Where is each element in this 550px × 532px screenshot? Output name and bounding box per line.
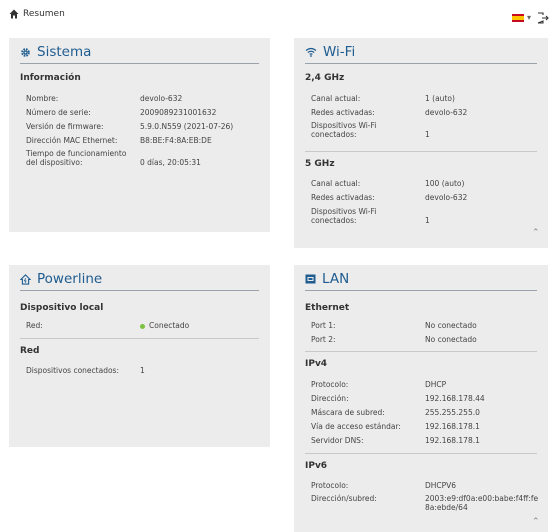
- band24-canal-label: Canal actual:: [311, 94, 361, 103]
- lan-divider-1: [305, 351, 537, 352]
- band24-dispositivos-label: Dispositivos Wi-Fi conectados:: [311, 121, 377, 139]
- dispositivos-conectados-label: Dispositivos conectados:: [26, 366, 119, 375]
- band5-redes-value: devolo-632: [425, 193, 468, 202]
- red-status: Conectado: [140, 321, 189, 330]
- band5-canal-value: 100 (auto): [425, 179, 465, 188]
- ipv6-direccion-label: Dirección/subred:: [311, 494, 377, 503]
- uptime-value: 0 días, 20:05:31: [140, 158, 201, 167]
- ipv4-dns-value: 192.168.178.1: [425, 436, 480, 445]
- band5-canal-label: Canal actual:: [311, 179, 361, 188]
- lan-divider-2: [305, 453, 537, 454]
- breadcrumb[interactable]: Resumen: [9, 9, 65, 19]
- band5-redes-label: Redes activadas:: [311, 193, 375, 202]
- powerline-title: Powerline: [37, 271, 103, 287]
- lan-card: LAN Ethernet Port 1: No conectado Port 2…: [294, 265, 548, 532]
- local-device-heading: Dispositivo local: [20, 303, 104, 313]
- firmware-label: Versión de firmware:: [26, 122, 104, 131]
- ipv4-direccion-label: Dirección:: [311, 394, 349, 403]
- wifi-title: Wi-Fi: [323, 44, 356, 60]
- ipv4-gateway-value: 192.168.178.1: [425, 422, 480, 431]
- nombre-label: Nombre:: [26, 94, 59, 103]
- wifi-header: Wi-Fi: [305, 41, 537, 64]
- serie-label: Número de serie:: [26, 108, 91, 117]
- ipv4-mascara-value: 255.255.255.0: [425, 408, 480, 417]
- breadcrumb-label: Resumen: [23, 9, 65, 19]
- ethernet-heading: Ethernet: [305, 303, 350, 313]
- collapse-icon[interactable]: ⌃: [532, 517, 540, 527]
- sistema-card: Sistema Información Nombre: devolo-632 N…: [9, 38, 270, 232]
- powerline-house-icon: [20, 273, 31, 285]
- powerline-header: Powerline: [20, 268, 259, 291]
- lan-header: LAN: [305, 268, 537, 291]
- band24-heading: 2,4 GHz: [305, 73, 345, 83]
- logout-icon[interactable]: [537, 12, 549, 24]
- ipv4-heading: IPv4: [305, 359, 328, 369]
- uptime-label: Tiempo de funcionamiento del dispositivo…: [26, 149, 127, 167]
- port2-value: No conectado: [425, 335, 477, 344]
- wifi-icon: [305, 47, 317, 57]
- powerline-card: Powerline Dispositivo local Red: Conecta…: [9, 265, 270, 447]
- band24-redes-label: Redes activadas:: [311, 108, 375, 117]
- ipv4-dns-label: Servidor DNS:: [311, 436, 364, 445]
- red-status-value: Conectado: [149, 321, 190, 330]
- top-bar: Resumen ▾: [0, 0, 550, 32]
- powerline-divider: [20, 338, 259, 339]
- red-label: Red:: [26, 321, 43, 330]
- ipv6-direccion-value: 2003:e9:df0a:e00:babe:f4ff:fe8a:ebde/64: [425, 494, 539, 512]
- nombre-value: devolo-632: [140, 94, 183, 103]
- firmware-value: 5.9.0.N559 (2021-07-26): [140, 122, 234, 131]
- ipv4-direccion-value: 192.168.178.44: [425, 394, 485, 403]
- spain-flag-icon[interactable]: [512, 14, 524, 22]
- port1-value: No conectado: [425, 321, 477, 330]
- ipv4-protocolo-label: Protocolo:: [311, 380, 349, 389]
- status-dot-icon: [140, 323, 145, 329]
- mac-value: B8:BE:F4:8A:EB:DE: [140, 136, 212, 145]
- port1-label: Port 1:: [311, 321, 336, 330]
- ipv6-heading: IPv6: [305, 461, 328, 471]
- informacion-heading: Información: [20, 73, 81, 83]
- port2-label: Port 2:: [311, 335, 336, 344]
- ipv6-protocolo-label: Protocolo:: [311, 481, 349, 490]
- chevron-down-icon[interactable]: ▾: [527, 13, 531, 22]
- ipv4-gateway-label: Vía de acceso estándar:: [311, 422, 401, 431]
- ipv6-protocolo-value: DHCPV6: [425, 481, 457, 490]
- red-heading: Red: [20, 346, 40, 356]
- wifi-card: Wi-Fi 2,4 GHz Canal actual: 1 (auto) Red…: [294, 38, 548, 248]
- gear-icon: [21, 47, 30, 57]
- mac-label: Dirección MAC Ethernet:: [26, 136, 118, 145]
- band24-canal-value: 1 (auto): [425, 94, 455, 103]
- wifi-divider: [305, 151, 537, 152]
- ipv4-protocolo-value: DHCP: [425, 380, 447, 389]
- sistema-title: Sistema: [37, 44, 92, 60]
- serie-value: 2009089231001632: [140, 108, 217, 117]
- lan-icon: [305, 274, 316, 284]
- band24-redes-value: devolo-632: [425, 108, 468, 117]
- sistema-header: Sistema: [20, 41, 259, 64]
- home-icon: [9, 9, 19, 19]
- lan-title: LAN: [322, 271, 350, 287]
- dispositivos-conectados-value: 1: [140, 366, 145, 375]
- band5-dispositivos-label: Dispositivos Wi-Fi conectados:: [311, 207, 377, 225]
- ipv4-mascara-label: Máscara de subred:: [311, 408, 385, 417]
- band5-heading: 5 GHz: [305, 159, 335, 169]
- band5-dispositivos-value: 1: [425, 216, 430, 225]
- collapse-icon[interactable]: ⌃: [532, 228, 540, 238]
- band24-dispositivos-value: 1: [425, 130, 430, 139]
